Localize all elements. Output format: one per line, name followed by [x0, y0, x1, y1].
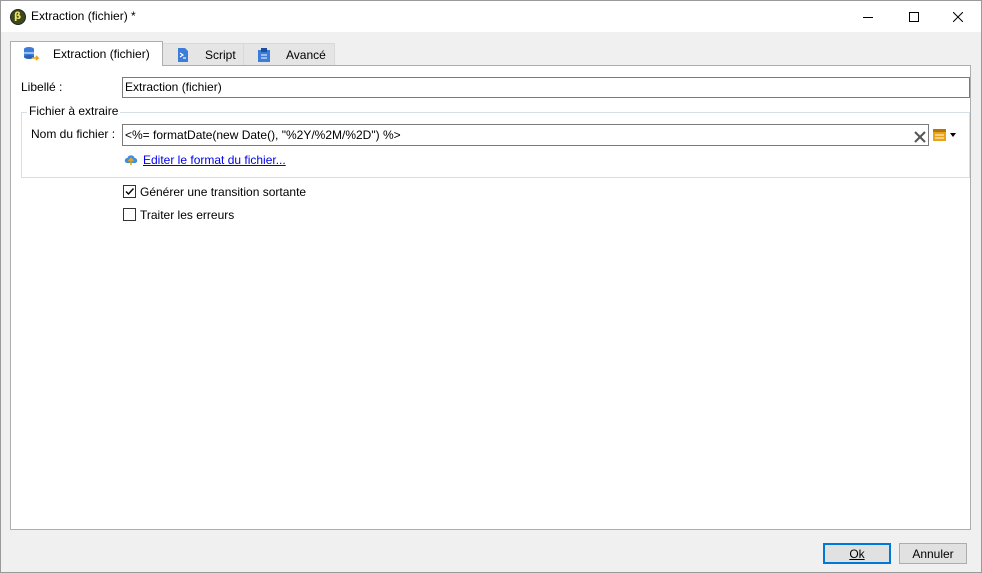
- tab-label: Extraction (fichier): [53, 47, 150, 61]
- cancel-button[interactable]: Annuler: [899, 543, 967, 564]
- group-title: Fichier à extraire: [27, 104, 121, 118]
- tab-panel: Libellé : Extraction (fichier) Fichier à…: [10, 65, 971, 530]
- handle-errors-checkbox[interactable]: [123, 208, 136, 221]
- checkmark-icon: [125, 188, 135, 196]
- generate-transition-label: Générer une transition sortante: [140, 185, 307, 199]
- expression-list-icon: [933, 129, 956, 141]
- cancel-button-label: Annuler: [912, 546, 954, 561]
- clear-x-icon: [914, 131, 926, 143]
- maximize-icon: [909, 11, 919, 22]
- libelle-input[interactable]: Extraction (fichier): [122, 77, 970, 98]
- tab-label: Script: [205, 47, 236, 62]
- edit-file-format-link[interactable]: Editer le format du fichier...: [143, 153, 286, 167]
- cloud-upload-icon: [123, 151, 139, 167]
- database-export-icon: [23, 46, 40, 62]
- tab-script[interactable]: Script: [162, 43, 244, 65]
- handle-errors-label: Traiter les erreurs: [140, 208, 235, 222]
- clear-field-button[interactable]: [911, 128, 929, 146]
- filename-label: Nom du fichier :: [31, 127, 116, 141]
- close-button[interactable]: [935, 1, 981, 32]
- clipboard-icon: [256, 47, 272, 63]
- ok-button-label: Ok: [849, 546, 865, 561]
- tab-extraction-fichier[interactable]: Extraction (fichier): [10, 41, 163, 66]
- script-icon: [175, 47, 191, 63]
- title-bar[interactable]: β Extraction (fichier) *: [1, 1, 981, 32]
- close-icon: [953, 11, 963, 22]
- filename-input[interactable]: <%= formatDate(new Date(), "%2Y/%2M/%2D"…: [122, 124, 929, 146]
- tab-avance[interactable]: Avancé: [243, 43, 335, 65]
- maximize-button[interactable]: [891, 1, 937, 32]
- tab-label: Avancé: [286, 47, 326, 62]
- expression-editor-button[interactable]: [932, 127, 960, 143]
- dialog-window: β Extraction (fichier) * Extraction (fic…: [0, 0, 982, 573]
- ok-button[interactable]: Ok: [823, 543, 891, 564]
- window-title: Extraction (fichier) *: [31, 9, 136, 23]
- app-logo-icon: β: [10, 9, 26, 25]
- generate-transition-checkbox[interactable]: [123, 185, 136, 198]
- minimize-icon: [863, 16, 873, 18]
- minimize-button[interactable]: [845, 1, 891, 32]
- libelle-label: Libellé :: [21, 80, 63, 94]
